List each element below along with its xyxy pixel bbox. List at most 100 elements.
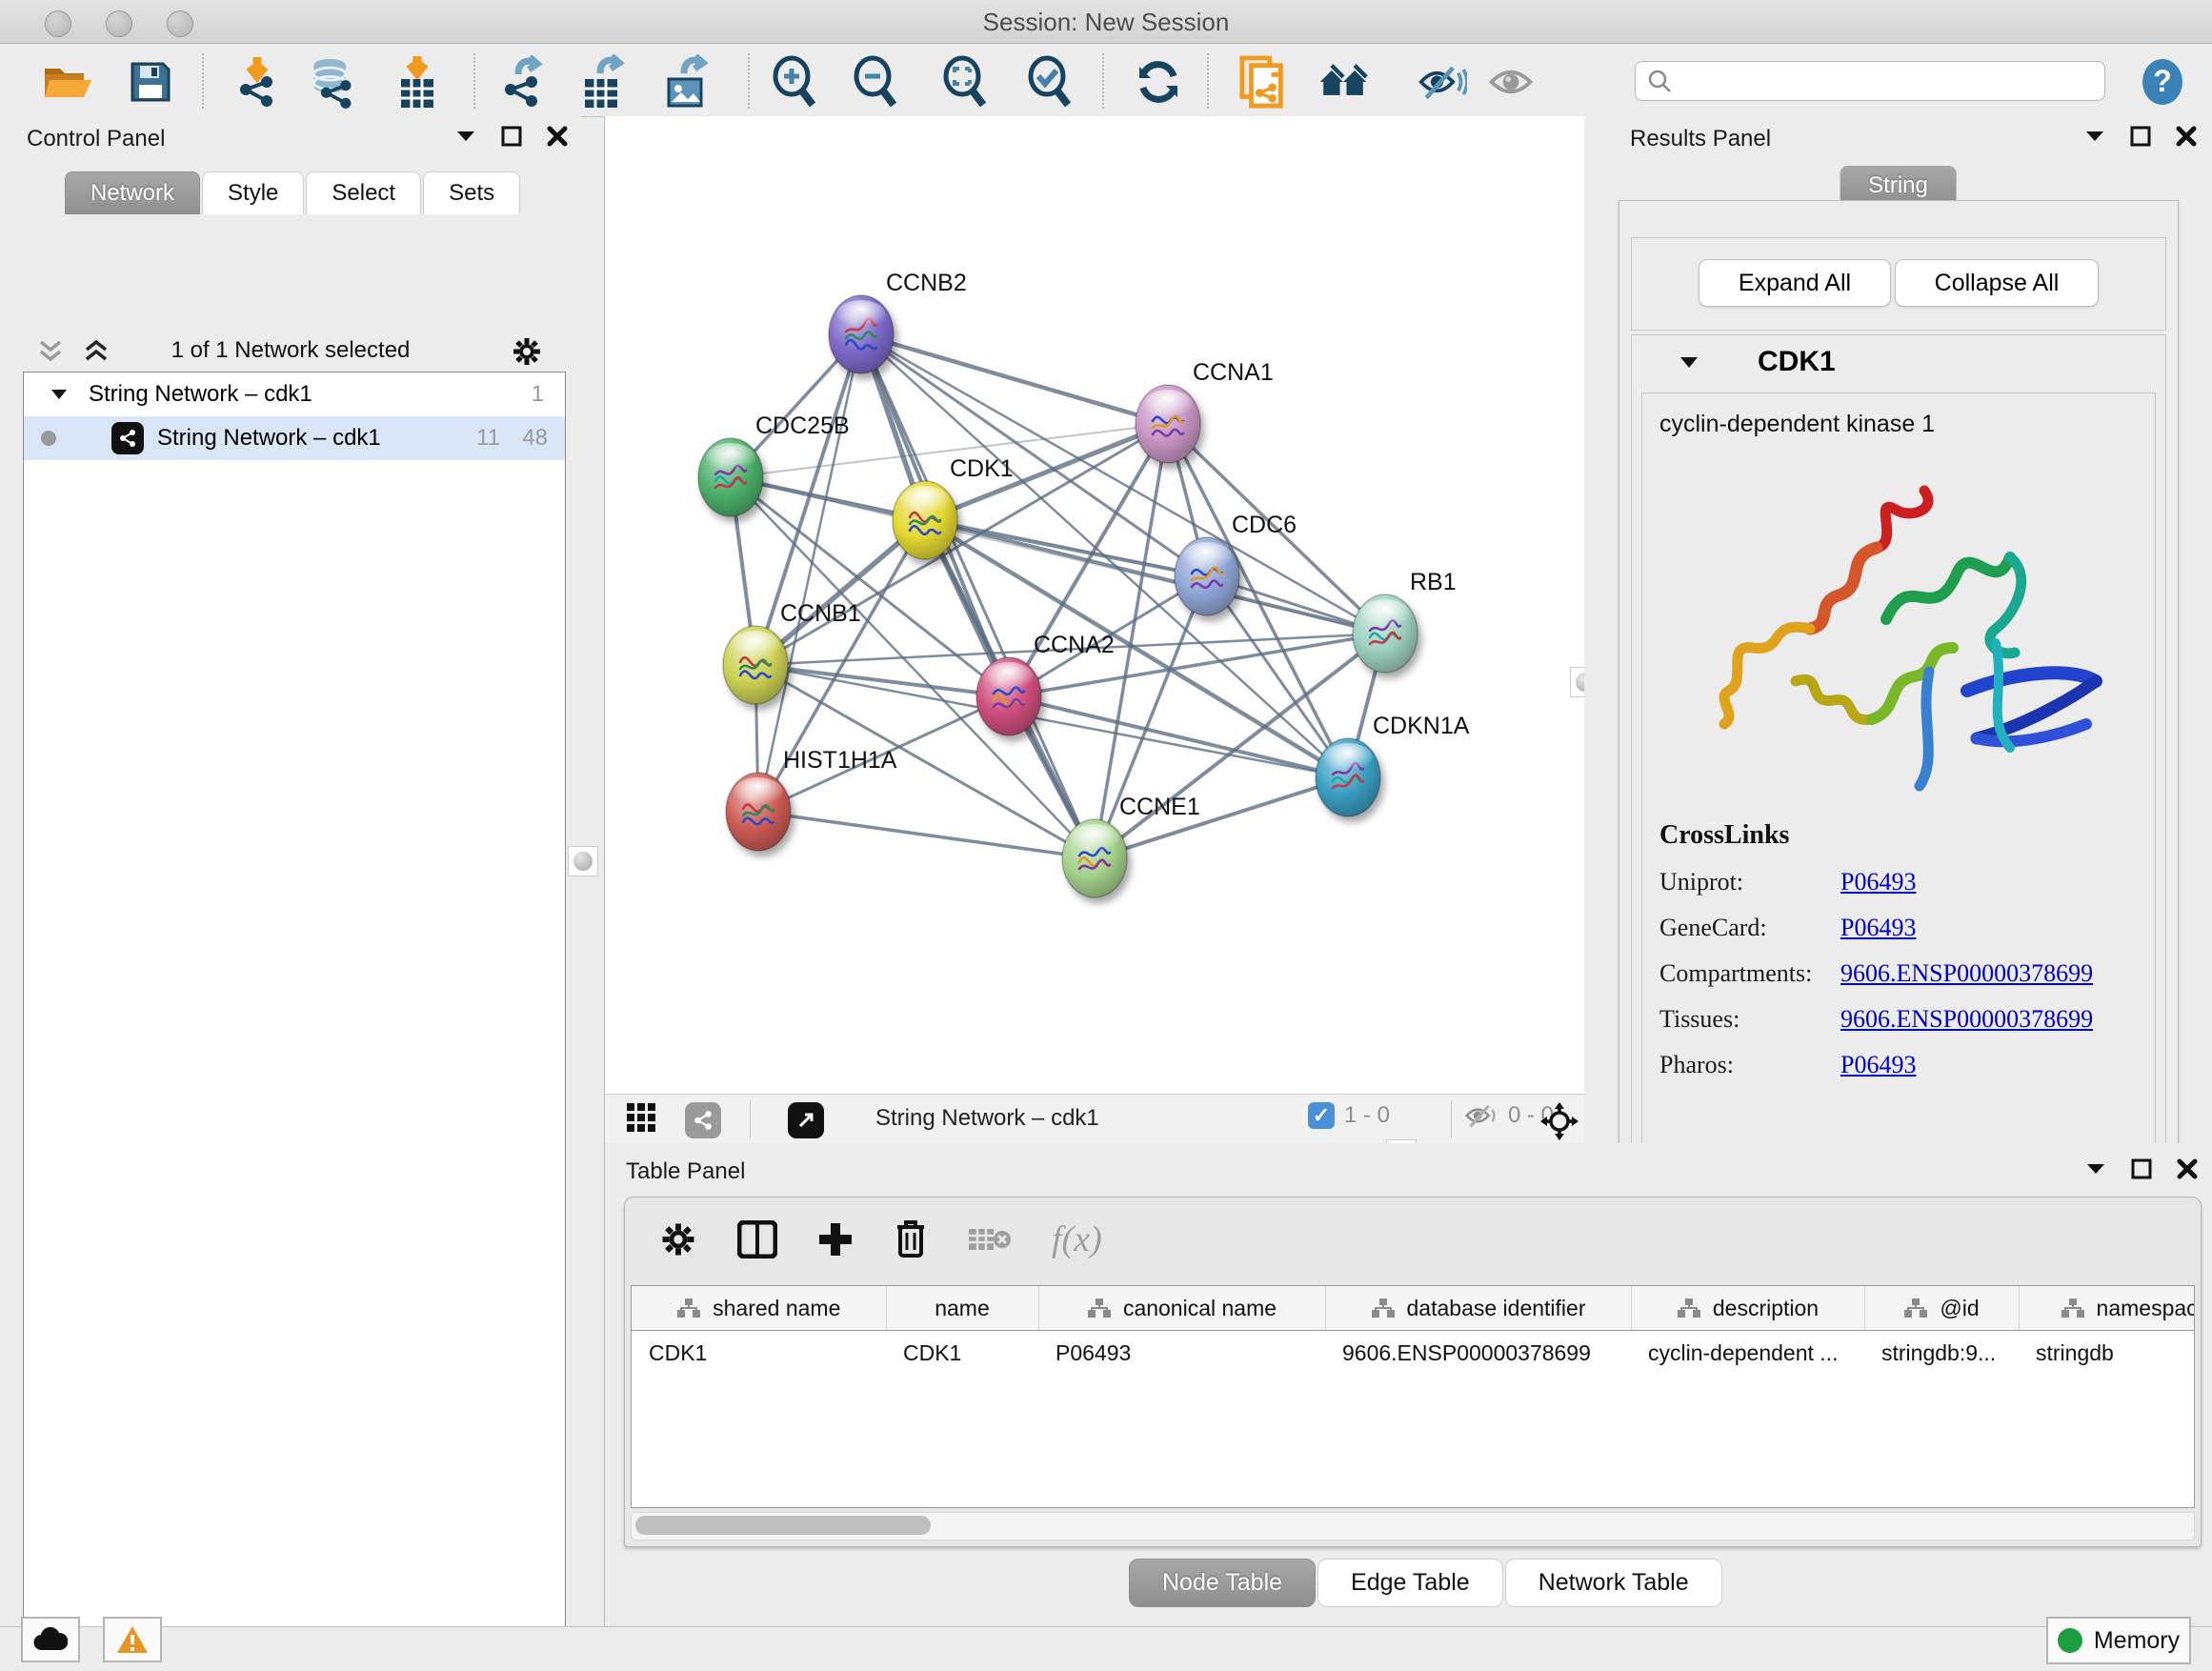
float-panel-icon[interactable] xyxy=(2130,126,2151,147)
zoom-selected-button[interactable] xyxy=(1024,57,1074,107)
apply-layout-button[interactable] xyxy=(1134,57,1183,107)
crosslink-link[interactable]: P06493 xyxy=(1840,868,1916,896)
memory-button[interactable]: Memory xyxy=(2046,1617,2191,1664)
edge-CCNB1-CCNA2[interactable] xyxy=(755,665,1009,696)
export-image-button[interactable] xyxy=(661,57,711,107)
fit-selected-button[interactable] xyxy=(1540,1102,1579,1140)
navigator-button[interactable] xyxy=(788,1102,824,1138)
table-cell[interactable]: stringdb xyxy=(2019,1331,2195,1376)
tab-select[interactable]: Select xyxy=(306,171,421,214)
create-column-icon[interactable] xyxy=(817,1221,854,1258)
float-panel-icon[interactable] xyxy=(2131,1158,2152,1179)
close-panel-icon[interactable] xyxy=(2177,1158,2198,1179)
panel-menu-icon[interactable] xyxy=(455,130,476,143)
import-network-file-button[interactable] xyxy=(232,57,282,107)
warnings-button[interactable] xyxy=(103,1617,162,1662)
help-button[interactable]: ? xyxy=(2138,57,2187,107)
open-session-button[interactable] xyxy=(42,57,91,107)
delete-table-icon[interactable] xyxy=(968,1223,1012,1256)
tree-expand-arrow-icon[interactable] xyxy=(50,389,68,400)
node-HIST1H1A[interactable]: HIST1H1A xyxy=(726,747,897,851)
tab-edge-table[interactable]: Edge Table xyxy=(1317,1559,1503,1607)
show-hidden-button[interactable] xyxy=(1486,57,1536,107)
edge-CCNB2-CCNA1[interactable] xyxy=(861,334,1168,424)
tab-node-table[interactable]: Node Table xyxy=(1129,1559,1316,1607)
collapse-all-button[interactable]: Collapse All xyxy=(1895,259,2099,307)
column-header-canonical-name[interactable]: canonical name xyxy=(1038,1286,1325,1331)
column-header-database-identifier[interactable]: database identifier xyxy=(1325,1286,1631,1331)
crosslink-link[interactable]: P06493 xyxy=(1840,914,1916,942)
column-header-id[interactable]: @id xyxy=(1864,1286,2019,1331)
import-network-database-button[interactable] xyxy=(307,57,356,107)
crosslink-link[interactable]: P06493 xyxy=(1840,1051,1916,1079)
column-label: name xyxy=(935,1296,990,1321)
string-view-button[interactable] xyxy=(685,1102,721,1138)
panel-menu-icon[interactable] xyxy=(2085,1162,2106,1176)
edge-CCNB2-CCNE1[interactable] xyxy=(861,334,1095,858)
node-result-header[interactable]: CDK1 xyxy=(1632,335,2165,389)
left-splitter-handle[interactable] xyxy=(568,846,598,876)
save-session-button[interactable] xyxy=(126,57,175,107)
grid-icon xyxy=(626,1102,656,1133)
import-table-file-button[interactable] xyxy=(392,57,442,107)
network-view-canvas[interactable]: CCNB2CCNA1CDC25BCDK1CDC6RB1CCNB1CCNA2CDK… xyxy=(604,116,1585,1094)
export-network-button[interactable] xyxy=(497,57,547,107)
cloud-status-button[interactable] xyxy=(21,1617,80,1662)
table-cell[interactable]: CDK1 xyxy=(886,1331,1038,1376)
show-all-views-button[interactable] xyxy=(1318,57,1368,107)
table-cell[interactable]: 9606.ENSP00000378699 xyxy=(1325,1331,1631,1376)
export-table-button[interactable] xyxy=(577,57,627,107)
column-network-icon xyxy=(1677,1298,1701,1319)
edge-CCNB2-RB1[interactable] xyxy=(861,334,1385,634)
zoom-fit-button[interactable] xyxy=(939,57,989,107)
tab-sets[interactable]: Sets xyxy=(423,171,520,214)
delete-column-icon[interactable] xyxy=(894,1219,928,1259)
table-cell[interactable]: CDK1 xyxy=(632,1331,886,1376)
column-header-name[interactable]: name xyxy=(886,1286,1038,1331)
node-table[interactable]: shared name name canonical namedatabase id… xyxy=(631,1285,2195,1508)
crosslink-link[interactable]: 9606.ENSP00000378699 xyxy=(1840,1005,2093,1034)
edge-CCNB2-HIST1H1A[interactable] xyxy=(758,334,861,812)
zoom-in-button[interactable] xyxy=(769,57,818,107)
table-cell[interactable]: stringdb:9... xyxy=(1864,1331,2019,1376)
selected-nodes-indicator[interactable]: ✓ 1 - 0 xyxy=(1308,1102,1390,1129)
node-count: 11 xyxy=(476,425,500,452)
table-cell[interactable]: P06493 xyxy=(1038,1331,1325,1376)
expand-all-button[interactable]: Expand All xyxy=(1699,259,1891,307)
column-header-namespace[interactable]: namespace xyxy=(2019,1286,2195,1331)
crosslink-link[interactable]: 9606.ENSP00000378699 xyxy=(1840,959,2093,988)
close-panel-icon[interactable] xyxy=(547,126,568,147)
network-graph[interactable]: CCNB2CCNA1CDC25BCDK1CDC6RB1CCNB1CCNA2CDK… xyxy=(605,116,1584,1094)
network-row[interactable]: String Network – cdk1 11 48 xyxy=(24,416,565,460)
tab-network[interactable]: Network xyxy=(65,171,200,214)
search-field[interactable] xyxy=(1635,61,2105,101)
tab-style[interactable]: Style xyxy=(202,171,304,214)
close-panel-icon[interactable] xyxy=(2176,126,2197,147)
search-input[interactable] xyxy=(1679,68,2104,94)
cloud-icon xyxy=(33,1627,68,1652)
node-RB1[interactable]: RB1 xyxy=(1353,569,1457,673)
edge-HIST1H1A-CCNE1[interactable] xyxy=(758,812,1095,858)
collapse-entry-arrow-icon[interactable] xyxy=(1679,356,1699,369)
scrollbar-thumb[interactable] xyxy=(635,1516,931,1535)
column-header-description[interactable]: description xyxy=(1631,1286,1864,1331)
node-CDKN1A[interactable]: CDKN1A xyxy=(1316,713,1470,816)
node-CCNA1[interactable]: CCNA1 xyxy=(1136,359,1274,463)
tab-network-table[interactable]: Network Table xyxy=(1505,1559,1722,1607)
table-horizontal-scrollbar[interactable] xyxy=(631,1512,2195,1540)
edge-CCNA2-CDKN1A[interactable] xyxy=(1009,696,1348,777)
column-header-shared-name[interactable]: shared name xyxy=(632,1286,886,1331)
show-columns-icon[interactable] xyxy=(737,1220,777,1258)
network-options-gear-icon[interactable] xyxy=(511,335,543,368)
panel-menu-icon[interactable] xyxy=(2084,130,2105,143)
function-builder-icon[interactable]: f(x) xyxy=(1052,1218,1102,1260)
float-panel-icon[interactable] xyxy=(501,126,522,147)
zoom-out-button[interactable] xyxy=(850,57,899,107)
hide-selected-button[interactable] xyxy=(1418,57,1467,107)
grid-view-button[interactable] xyxy=(626,1102,656,1133)
table-cell[interactable]: cyclin-dependent ... xyxy=(1631,1331,1864,1376)
table-options-gear-icon[interactable] xyxy=(659,1220,697,1258)
table-row[interactable]: CDK1CDK1P064939606.ENSP00000378699cyclin… xyxy=(632,1331,2195,1376)
network-collection-row[interactable]: String Network – cdk1 1 xyxy=(24,372,565,416)
clone-network-button[interactable] xyxy=(1238,57,1288,107)
